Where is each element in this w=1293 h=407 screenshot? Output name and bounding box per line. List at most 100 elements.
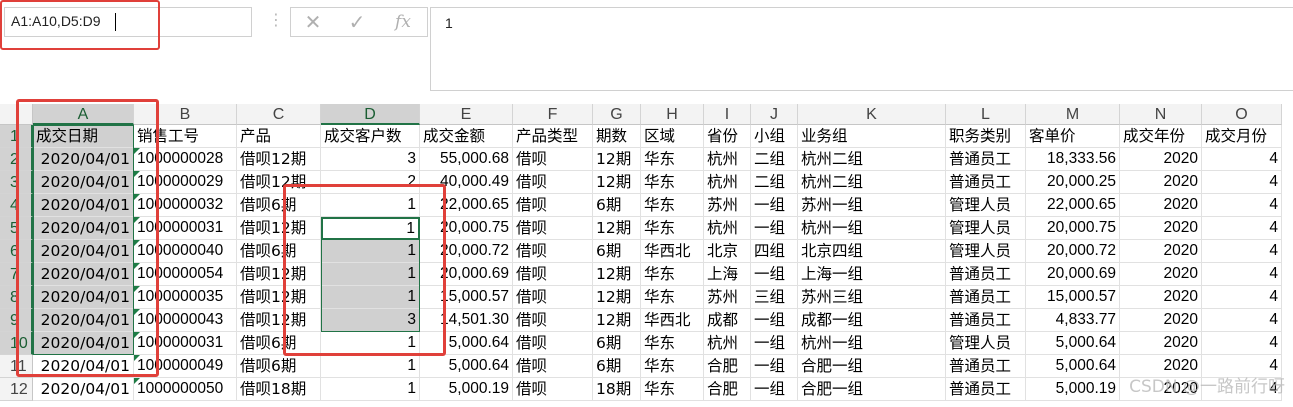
table-cell[interactable]: 5,000.64: [1026, 355, 1120, 378]
table-cell[interactable]: 杭州: [704, 171, 751, 194]
table-cell[interactable]: 6期: [593, 240, 641, 263]
table-cell[interactable]: 20,000.75: [420, 217, 513, 240]
table-cell[interactable]: 借呗: [513, 217, 593, 240]
table-cell[interactable]: 苏州: [704, 194, 751, 217]
table-cell[interactable]: 华东: [641, 378, 704, 401]
table-cell[interactable]: 40,000.49: [420, 171, 513, 194]
table-cell[interactable]: 管理人员: [946, 332, 1026, 355]
row-header-7[interactable]: 7: [0, 263, 33, 286]
table-cell[interactable]: 1: [321, 240, 420, 263]
table-cell[interactable]: 12期: [593, 171, 641, 194]
table-cell[interactable]: 借呗12期: [237, 263, 321, 286]
table-cell[interactable]: 1000000049: [134, 355, 237, 378]
column-header-b[interactable]: B: [134, 104, 237, 125]
table-cell[interactable]: 1000000040: [134, 240, 237, 263]
column-header-f[interactable]: F: [513, 104, 593, 125]
table-cell[interactable]: 合肥: [704, 355, 751, 378]
table-cell[interactable]: 一组: [751, 309, 798, 332]
table-cell[interactable]: 管理人员: [946, 217, 1026, 240]
table-cell[interactable]: 12期: [593, 286, 641, 309]
row-header-11[interactable]: 11: [0, 355, 33, 378]
table-cell[interactable]: 四组: [751, 240, 798, 263]
table-cell[interactable]: 一组: [751, 194, 798, 217]
table-cell[interactable]: 借呗6期: [237, 332, 321, 355]
header-cell[interactable]: 成交日期: [33, 125, 134, 148]
table-cell[interactable]: 管理人员: [946, 240, 1026, 263]
table-cell[interactable]: 普通员工: [946, 171, 1026, 194]
table-cell[interactable]: 22,000.65: [420, 194, 513, 217]
table-cell[interactable]: 2020/04/01: [33, 309, 134, 332]
header-cell[interactable]: 省份: [704, 125, 751, 148]
row-header-3[interactable]: 3: [0, 171, 33, 194]
check-icon[interactable]: ✓: [337, 9, 377, 35]
table-cell[interactable]: 5,000.64: [420, 355, 513, 378]
table-cell[interactable]: 借呗6期: [237, 240, 321, 263]
table-cell[interactable]: 华西北: [641, 240, 704, 263]
table-cell[interactable]: 成都一组: [798, 309, 946, 332]
table-cell[interactable]: 借呗: [513, 263, 593, 286]
table-cell[interactable]: 1: [321, 332, 420, 355]
table-cell[interactable]: 2020/04/01: [33, 378, 134, 401]
table-cell[interactable]: 借呗6期: [237, 194, 321, 217]
table-cell[interactable]: 借呗6期: [237, 355, 321, 378]
table-cell[interactable]: 2020: [1120, 263, 1202, 286]
table-cell[interactable]: 借呗: [513, 171, 593, 194]
table-cell[interactable]: 1000000035: [134, 286, 237, 309]
column-header-o[interactable]: O: [1202, 104, 1282, 125]
table-cell[interactable]: 2020/04/01: [33, 194, 134, 217]
column-header-h[interactable]: H: [641, 104, 704, 125]
formula-content[interactable]: 1: [445, 15, 453, 31]
header-cell[interactable]: 成交年份: [1120, 125, 1202, 148]
table-cell[interactable]: 2020/04/01: [33, 263, 134, 286]
table-cell[interactable]: 55,000.68: [420, 148, 513, 171]
table-cell[interactable]: 一组: [751, 378, 798, 401]
table-cell[interactable]: 成都: [704, 309, 751, 332]
table-cell[interactable]: 苏州三组: [798, 286, 946, 309]
column-header-n[interactable]: N: [1120, 104, 1202, 125]
table-cell[interactable]: 2020/04/01: [33, 148, 134, 171]
table-cell[interactable]: 12期: [593, 263, 641, 286]
row-header-12[interactable]: 12: [0, 378, 33, 401]
table-cell[interactable]: 借呗12期: [237, 171, 321, 194]
table-cell[interactable]: 借呗: [513, 240, 593, 263]
table-cell[interactable]: 1: [321, 378, 420, 401]
column-header-m[interactable]: M: [1026, 104, 1120, 125]
table-cell[interactable]: 14,501.30: [420, 309, 513, 332]
column-header-i[interactable]: I: [704, 104, 751, 125]
table-cell[interactable]: 华东: [641, 194, 704, 217]
table-cell[interactable]: 普通员工: [946, 148, 1026, 171]
table-cell[interactable]: 20,000.69: [1026, 263, 1120, 286]
row-header-10[interactable]: 10: [0, 332, 33, 355]
column-header-j[interactable]: J: [751, 104, 798, 125]
table-cell[interactable]: 1: [321, 263, 420, 286]
table-cell[interactable]: 借呗12期: [237, 309, 321, 332]
table-cell[interactable]: 6期: [593, 194, 641, 217]
table-cell[interactable]: 杭州一组: [798, 332, 946, 355]
table-cell[interactable]: 2020/04/01: [33, 332, 134, 355]
header-cell[interactable]: 小组: [751, 125, 798, 148]
select-all-corner[interactable]: [0, 104, 33, 125]
table-cell[interactable]: 4: [1202, 217, 1282, 240]
table-cell[interactable]: 二组: [751, 171, 798, 194]
header-cell[interactable]: 成交月份: [1202, 125, 1282, 148]
table-cell[interactable]: 2: [321, 171, 420, 194]
table-cell[interactable]: 杭州: [704, 148, 751, 171]
table-cell[interactable]: 三组: [751, 286, 798, 309]
table-cell[interactable]: 2020: [1120, 240, 1202, 263]
table-cell[interactable]: 一组: [751, 355, 798, 378]
table-cell[interactable]: 5,000.19: [420, 378, 513, 401]
table-cell[interactable]: 1000000050: [134, 378, 237, 401]
table-cell[interactable]: 3: [321, 309, 420, 332]
table-cell[interactable]: 一组: [751, 332, 798, 355]
table-cell[interactable]: 普通员工: [946, 378, 1026, 401]
more-options-icon[interactable]: ⋮: [268, 10, 284, 29]
header-cell[interactable]: 成交金额: [420, 125, 513, 148]
table-cell[interactable]: 借呗12期: [237, 286, 321, 309]
table-cell[interactable]: 杭州: [704, 217, 751, 240]
row-header-1[interactable]: 1: [0, 125, 33, 148]
table-cell[interactable]: 2020/04/01: [33, 355, 134, 378]
table-cell[interactable]: 借呗12期: [237, 217, 321, 240]
table-cell[interactable]: 合肥一组: [798, 378, 946, 401]
row-header-2[interactable]: 2: [0, 148, 33, 171]
column-header-k[interactable]: K: [798, 104, 946, 125]
